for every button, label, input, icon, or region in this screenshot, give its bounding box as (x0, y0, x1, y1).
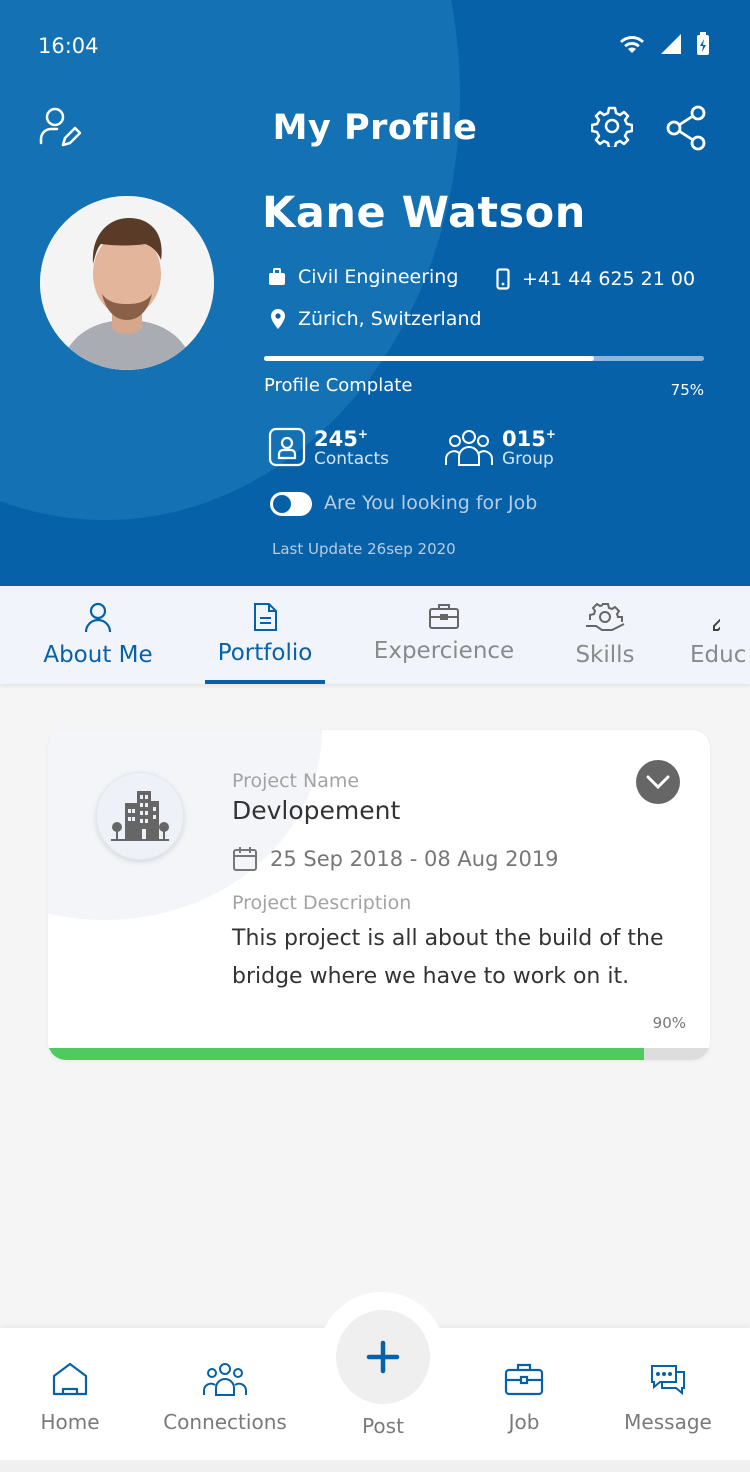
avatar (40, 196, 214, 370)
share-icon (666, 105, 706, 151)
profile-progress-fill (264, 356, 594, 361)
contact-card-icon (268, 427, 306, 466)
briefcase-icon (504, 1363, 544, 1396)
settings-button[interactable] (590, 104, 634, 148)
tab-about-me[interactable]: About Me (38, 586, 158, 684)
gear-icon (591, 106, 633, 147)
pen-icon (713, 618, 720, 631)
briefcase-icon (429, 604, 459, 629)
project-name-label: Project Name (232, 770, 360, 792)
profession-row: Civil Engineering (268, 266, 458, 288)
job-toggle-label: Are You looking for Job (324, 492, 538, 514)
project-desc-label: Project Description (232, 892, 412, 914)
contacts-count: 245 (314, 427, 358, 451)
profession-text: Civil Engineering (298, 266, 459, 288)
profile-progress-bar (264, 356, 704, 361)
user-icon (84, 602, 112, 633)
chat-icon (651, 1365, 685, 1396)
contacts-sup: + (357, 427, 368, 441)
job-toggle[interactable] (270, 492, 312, 516)
location-text: Zürich, Switzerland (298, 308, 482, 330)
tab-portfolio[interactable]: Portfolio (205, 586, 325, 684)
wifi-icon (620, 36, 644, 53)
phone-row: +41 44 625 21 00 (496, 268, 695, 290)
project-card[interactable]: Project Name Devlopement 25 Sep 2018 - 0… (48, 730, 710, 1060)
status-icons (618, 32, 710, 56)
nav-message[interactable]: Message (620, 1362, 716, 1434)
share-button[interactable] (664, 104, 708, 152)
group-label: Group (502, 449, 554, 469)
profile-progress-label: Profile Complate (264, 375, 413, 396)
status-time: 16:04 (38, 34, 99, 58)
expand-button[interactable] (636, 760, 680, 804)
tab-label: Portfolio (217, 640, 313, 666)
nav-connections[interactable]: Connections (160, 1362, 290, 1434)
nav-job[interactable]: Job (484, 1362, 564, 1434)
tab-label: Expercience (373, 638, 515, 664)
post-button[interactable] (336, 1310, 430, 1404)
group-icon (445, 429, 493, 466)
signal-icon (661, 34, 681, 54)
last-update: Last Update 26sep 2020 (272, 540, 456, 558)
page-title: My Profile (272, 108, 478, 148)
tab-skills[interactable]: Skills (564, 586, 646, 684)
nav-label: Home (40, 1410, 100, 1434)
nav-home[interactable]: Home (30, 1362, 110, 1434)
active-tab-indicator (205, 680, 325, 684)
home-icon (52, 1362, 88, 1396)
job-toggle-knob (273, 495, 291, 513)
project-progress-percent: 90% (652, 1014, 686, 1032)
tab-experience[interactable]: Expercience (368, 586, 520, 684)
battery-icon (697, 32, 709, 55)
nav-label: Message (624, 1410, 712, 1434)
nav-label: Job (508, 1410, 540, 1434)
connections-icon (203, 1363, 247, 1396)
group-count: 015 (502, 427, 546, 451)
group-sup: + (545, 427, 556, 441)
phone-icon (496, 268, 510, 290)
project-progress-fill (48, 1048, 644, 1060)
project-progress-bar (48, 1048, 710, 1060)
chevron-down-icon (646, 775, 670, 789)
profile-screen: 16:04 My Profile Kane Watson Civil Engin… (0, 0, 750, 1472)
tab-education[interactable]: Educ (690, 586, 750, 684)
tab-label: Educ (690, 642, 747, 668)
gear-hand-icon (586, 602, 625, 631)
group-stat[interactable]: 015+ Group (444, 424, 556, 469)
building-avatar (96, 772, 184, 860)
project-date: 25 Sep 2018 - 08 Aug 2019 (270, 847, 559, 871)
tab-label: Skills (575, 642, 635, 668)
profile-name: Kane Watson (262, 188, 586, 238)
avatar-photo (40, 196, 214, 370)
document-icon (254, 603, 277, 631)
profile-progress-percent: 75% (670, 381, 704, 399)
phone-text: +41 44 625 21 00 (522, 268, 696, 290)
nav-label: Connections (163, 1410, 287, 1434)
plus-icon (366, 1340, 400, 1374)
contacts-stat[interactable]: 245+ Contacts (268, 424, 389, 469)
project-name: Devlopement (232, 796, 401, 825)
profile-header: 16:04 My Profile Kane Watson Civil Engin… (0, 0, 750, 586)
building-icon (111, 791, 169, 841)
location-row: Zürich, Switzerland (270, 308, 482, 330)
contacts-label: Contacts (314, 449, 389, 469)
nav-post-label[interactable]: Post (336, 1414, 430, 1438)
location-pin-icon (271, 309, 285, 329)
profile-tabs: About Me Portfolio Expercience Skills Ed… (0, 586, 750, 684)
tab-label: About Me (43, 642, 153, 668)
briefcase-icon (269, 268, 285, 285)
system-bar (0, 1460, 750, 1472)
calendar-icon (233, 847, 257, 871)
project-description: This project is all about the build of t… (232, 926, 664, 989)
project-date-row: 25 Sep 2018 - 08 Aug 2019 (232, 846, 559, 872)
